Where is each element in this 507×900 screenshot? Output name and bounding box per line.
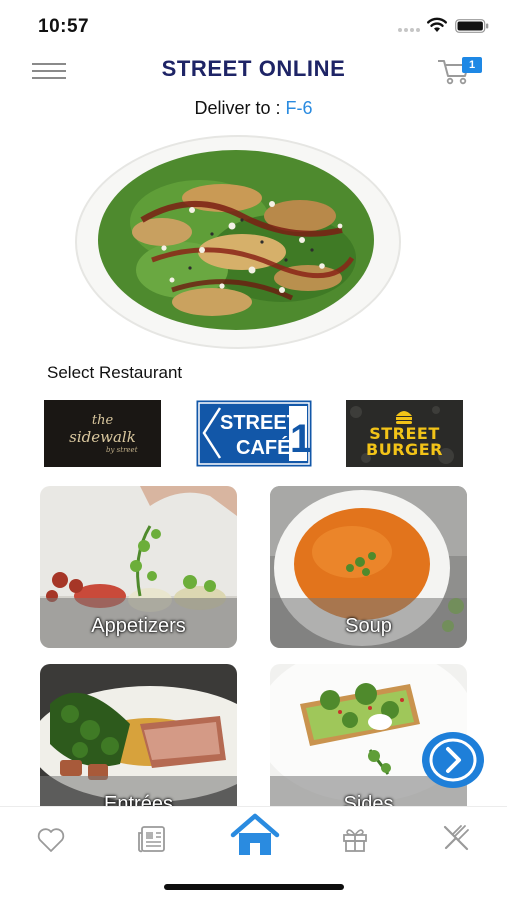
category-card-appetizers[interactable]: Appetizers — [40, 486, 237, 648]
home-indicator[interactable] — [164, 884, 344, 890]
gift-icon[interactable] — [341, 825, 369, 853]
restaurant-sidewalk-logo[interactable]: the sidewalk by street — [44, 400, 161, 467]
restaurant-street-cafe-logo[interactable]: STREET CAFÉ 1 — [196, 400, 312, 467]
newspaper-icon[interactable] — [137, 825, 167, 853]
cellular-signal-icon — [398, 28, 422, 32]
street-burger-line2: BURGER — [366, 440, 443, 459]
cart-count-badge[interactable]: 1 — [462, 57, 482, 73]
street-cafe-line1: STREET — [220, 412, 299, 434]
heart-icon[interactable] — [37, 827, 65, 853]
category-label-soup: Soup — [345, 615, 392, 637]
select-restaurant-heading: Select Restaurant — [47, 363, 183, 382]
next-arrow-button[interactable] — [421, 731, 485, 789]
restaurant-street-burger-logo[interactable]: STREET BURGER — [346, 400, 463, 467]
home-icon[interactable] — [229, 813, 281, 857]
street-cafe-sign: STREET CAFÉ 1 — [196, 400, 312, 467]
sidewalk-logo-line1: the — [91, 413, 114, 428]
battery-icon — [455, 19, 489, 33]
sidewalk-logo-line3: by street — [106, 446, 138, 454]
category-card-soup[interactable]: Soup — [270, 486, 467, 648]
status-bar: 10:57 — [0, 0, 507, 50]
hero-salad-image — [75, 135, 401, 349]
category-label-appetizers: Appetizers — [91, 615, 186, 637]
restaurant-selector: the sidewalk by street STREET CAFÉ 1 STR… — [0, 400, 507, 468]
category-label-entrees: Entrées — [104, 793, 173, 806]
app-header: STREET ONLINE — [0, 50, 507, 92]
sidewalk-logo-line2: sidewalk — [69, 428, 136, 446]
deliver-to-location[interactable]: F-6 — [286, 98, 313, 118]
street-cafe-number: 1 — [290, 417, 312, 461]
status-time: 10:57 — [38, 16, 90, 37]
deliver-to-label: Deliver to : — [194, 98, 286, 118]
deliver-to-row[interactable]: Deliver to : F-6 — [0, 98, 507, 119]
street-cafe-line2: CAFÉ — [236, 436, 290, 459]
app-title: STREET ONLINE — [161, 56, 346, 81]
wifi-icon — [427, 17, 447, 32]
category-card-entrees[interactable]: Entrées — [40, 664, 237, 806]
category-label-sides: Sides — [343, 793, 394, 806]
fork-knife-icon[interactable] — [441, 823, 471, 853]
